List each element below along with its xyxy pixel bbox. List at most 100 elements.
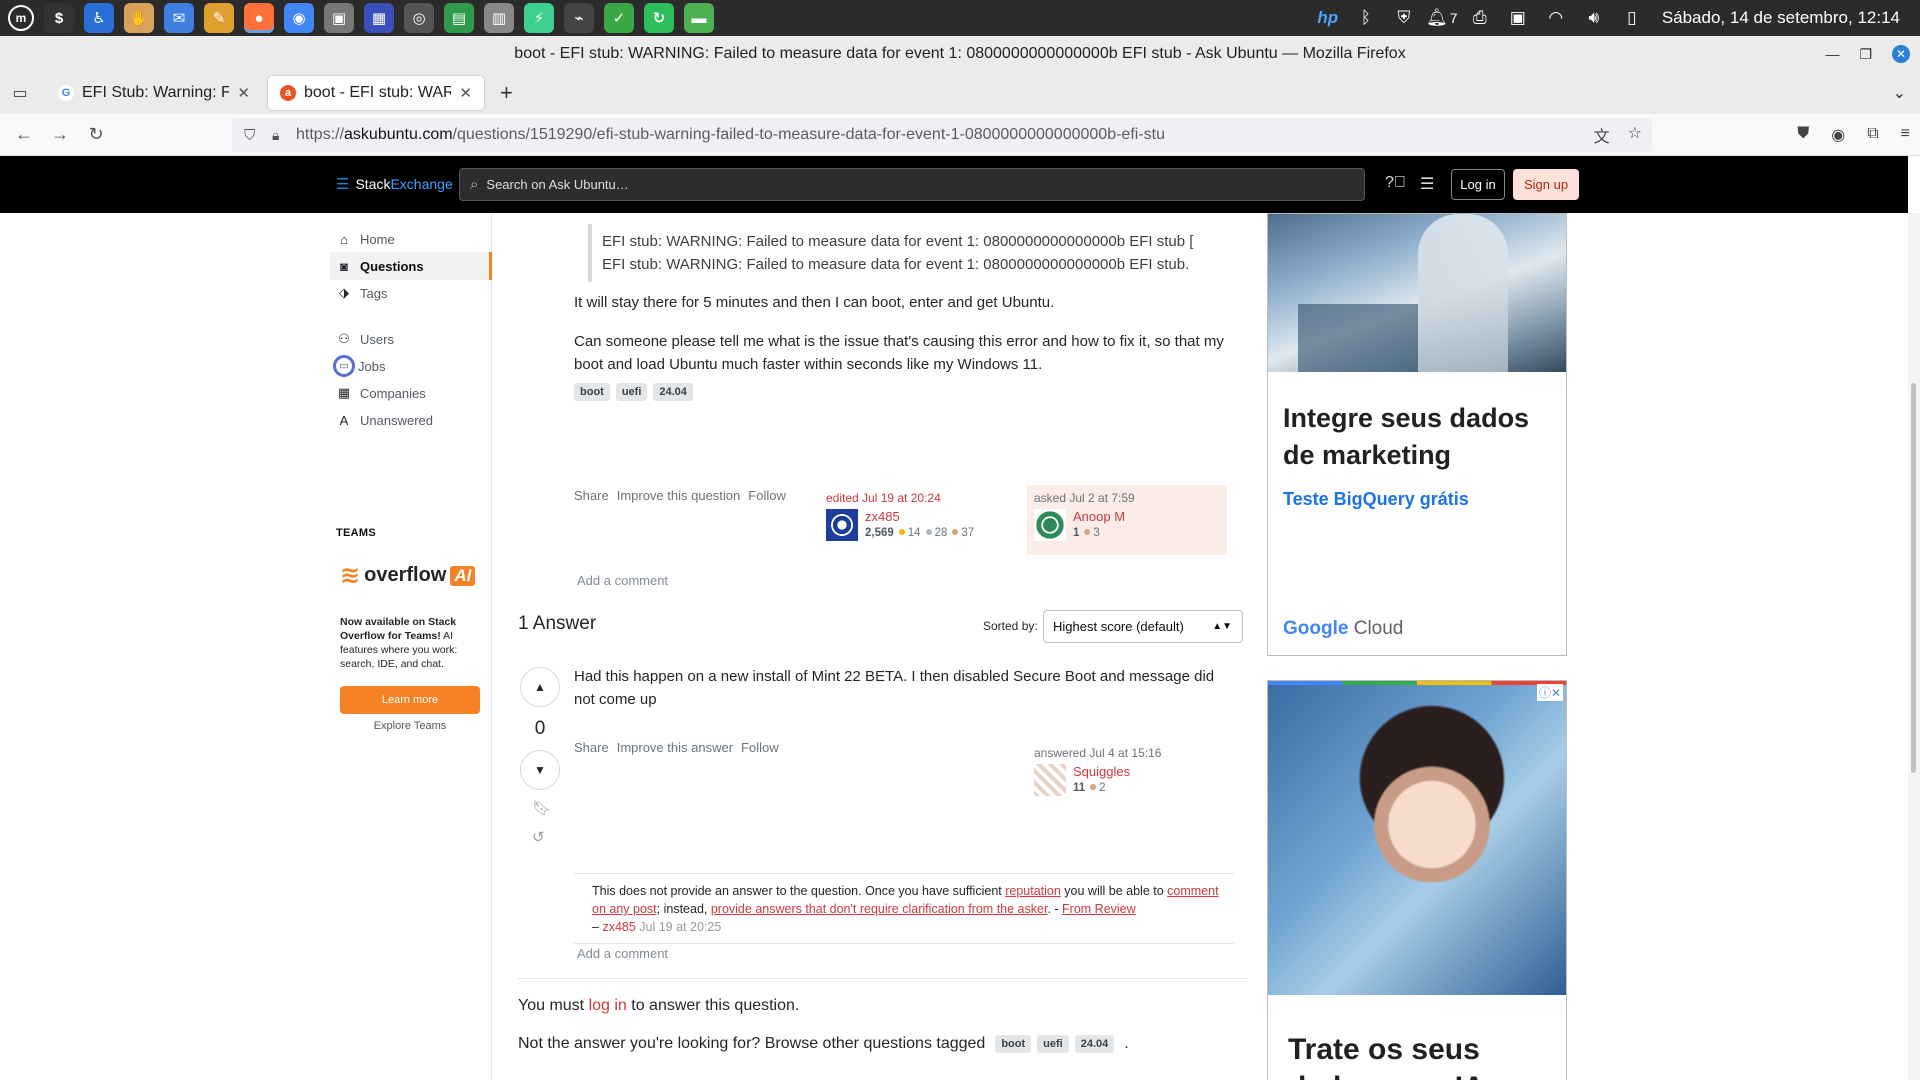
extensions-icon[interactable]: ⧉ bbox=[1867, 125, 1878, 145]
close-window-icon[interactable]: ✕ bbox=[1892, 45, 1910, 63]
sidebar-item-tags[interactable]: ⬗ Tags bbox=[330, 279, 492, 307]
notes-icon[interactable]: ✎ bbox=[204, 3, 234, 33]
site-search-input[interactable]: ⌕ Search on Ask Ubuntu… bbox=[459, 168, 1365, 201]
sidebar-item-questions[interactable]: ◙ Questions bbox=[330, 252, 492, 280]
question-follow-link[interactable]: Follow bbox=[748, 488, 786, 503]
add-comment-answer[interactable]: Add a comment bbox=[577, 946, 668, 961]
wifi-icon[interactable]: ◠ bbox=[1544, 6, 1568, 30]
hp-icon[interactable]: hp bbox=[1316, 6, 1340, 30]
tag-boot[interactable]: boot bbox=[574, 383, 610, 401]
reload-icon[interactable]: ↻ bbox=[78, 124, 114, 145]
spreadsheet-icon[interactable]: ▤ bbox=[444, 3, 474, 33]
sidebar-item-jobs[interactable]: ▭ Jobs bbox=[330, 352, 492, 380]
history-icon[interactable]: ↺ bbox=[532, 828, 545, 846]
lock-icon[interactable]: 🔒︎ bbox=[272, 127, 288, 144]
new-tab-icon[interactable]: + bbox=[500, 80, 513, 106]
shield-icon[interactable]: ⛨ bbox=[1392, 6, 1416, 30]
asker-name[interactable]: Anoop M bbox=[1073, 509, 1125, 524]
tracking-shield-icon[interactable]: ⛉ bbox=[244, 127, 262, 144]
translate-icon[interactable]: 文 bbox=[1594, 123, 1610, 147]
editor-avatar[interactable] bbox=[826, 509, 858, 541]
notifications-icon[interactable]: 🔔︎ 7 bbox=[1426, 6, 1457, 30]
pocket-icon[interactable]: ⛊ bbox=[1797, 125, 1809, 145]
comment-user[interactable]: zx485 bbox=[602, 920, 635, 934]
ad-banner-ai[interactable]: ⓘ✕ Trate os seus dados com IA bbox=[1267, 680, 1567, 1080]
page-scrollbar[interactable] bbox=[1908, 213, 1920, 1080]
sidebar-item-companies[interactable]: ▦ Companies bbox=[330, 379, 492, 407]
signup-button[interactable]: Sign up bbox=[1513, 169, 1579, 200]
site-switcher-icon[interactable]: ☰ bbox=[1420, 174, 1434, 194]
maximize-icon[interactable]: ❐ bbox=[1859, 46, 1872, 63]
files-icon[interactable]: ▬ bbox=[684, 3, 714, 33]
firefox-view-icon[interactable]: ▭ bbox=[0, 83, 40, 103]
answerer-name[interactable]: Squiggles bbox=[1073, 764, 1130, 779]
sidebar-item-home[interactable]: ⌂ Home bbox=[330, 225, 492, 253]
hand-icon[interactable]: ✋ bbox=[124, 3, 154, 33]
monitor-icon[interactable]: ▦ bbox=[364, 3, 394, 33]
close-tab-icon[interactable]: ✕ bbox=[459, 84, 472, 102]
add-comment-question[interactable]: Add a comment bbox=[577, 573, 668, 588]
bolt-icon[interactable]: ⚡ bbox=[524, 3, 554, 33]
upvote-button[interactable]: ▲ bbox=[520, 667, 560, 707]
updates-icon[interactable]: ▣ bbox=[1506, 6, 1530, 30]
learn-more-button[interactable]: Learn more bbox=[340, 686, 480, 714]
bookmark-icon[interactable]: 🔖︎ bbox=[532, 799, 551, 817]
mint-menu-icon[interactable]: m bbox=[8, 5, 34, 31]
edited-time[interactable]: edited Jul 19 at 20:24 bbox=[826, 491, 1012, 505]
clipboard-icon[interactable]: ▯ bbox=[1620, 6, 1644, 30]
answerer-avatar[interactable] bbox=[1034, 764, 1066, 796]
login-link[interactable]: log in bbox=[589, 997, 627, 1014]
cube-icon[interactable]: ▣ bbox=[324, 3, 354, 33]
tag-boot[interactable]: boot bbox=[995, 1035, 1032, 1053]
tag-24-04[interactable]: 24.04 bbox=[1074, 1035, 1115, 1053]
question-improve-this-question-link[interactable]: Improve this question bbox=[617, 488, 741, 503]
refresh-icon[interactable]: ↻ bbox=[644, 3, 674, 33]
bluetooth-icon[interactable]: ᛒ bbox=[1354, 6, 1378, 30]
back-icon[interactable]: ← bbox=[6, 124, 42, 145]
printer-icon[interactable]: ⎙ bbox=[1468, 6, 1492, 30]
terminal-icon[interactable]: $ bbox=[44, 3, 74, 33]
bookmark-star-icon[interactable]: ☆ bbox=[1628, 123, 1642, 147]
minimize-icon[interactable]: — bbox=[1825, 46, 1839, 62]
package-icon[interactable]: ▥ bbox=[484, 3, 514, 33]
stackexchange-logo[interactable]: ☰ StackExchange bbox=[336, 175, 453, 193]
ad-banner-bigquery[interactable]: Integre seus dados de marketing Teste Bi… bbox=[1267, 213, 1567, 656]
menu-icon[interactable]: ≡ bbox=[1901, 125, 1910, 145]
downvote-button[interactable]: ▼ bbox=[520, 750, 560, 790]
tag-uefi[interactable]: uefi bbox=[1037, 1035, 1069, 1053]
comment-date[interactable]: Jul 19 at 20:25 bbox=[639, 920, 721, 934]
answer-improve-this-answer-link[interactable]: Improve this answer bbox=[617, 740, 733, 755]
ad1-subline[interactable]: Teste BigQuery grátis bbox=[1283, 489, 1469, 510]
volume-icon[interactable]: 🔊︎ bbox=[1582, 6, 1606, 30]
answer-share-link[interactable]: Share bbox=[574, 740, 609, 755]
url-text[interactable]: https://askubuntu.com/questions/1519290/… bbox=[296, 126, 1165, 144]
usb-icon[interactable]: ⌁ bbox=[564, 3, 594, 33]
sidebar-item-unanswered[interactable]: A Unanswered bbox=[330, 406, 492, 434]
provide-answers-link[interactable]: provide answers that don't require clari… bbox=[711, 902, 1048, 916]
reputation-link[interactable]: reputation bbox=[1005, 884, 1061, 898]
accessibility-icon[interactable]: ♿ bbox=[84, 3, 114, 33]
explore-teams-link[interactable]: Explore Teams bbox=[340, 720, 480, 732]
tag-uefi[interactable]: uefi bbox=[615, 383, 648, 401]
answer-follow-link[interactable]: Follow bbox=[741, 740, 779, 755]
clock[interactable]: Sábado, 14 de setembro, 12:14 bbox=[1662, 8, 1900, 28]
editor-name[interactable]: zx485 bbox=[865, 509, 974, 524]
browser-tab-2[interactable]: a boot - EFI stub: WARNII ✕ bbox=[268, 76, 484, 110]
list-all-tabs-icon[interactable]: ⌄ bbox=[1893, 83, 1906, 103]
chrome-icon[interactable]: ◉ bbox=[284, 3, 314, 33]
keyring-icon[interactable]: ✓ bbox=[604, 3, 634, 33]
close-tab-icon[interactable]: ✕ bbox=[237, 84, 250, 102]
eye-icon[interactable]: ◎ bbox=[404, 3, 434, 33]
mail-icon[interactable]: ✉ bbox=[164, 3, 194, 33]
firefox-icon[interactable]: ● bbox=[244, 3, 274, 33]
forward-icon[interactable]: → bbox=[42, 124, 78, 145]
question-share-link[interactable]: Share bbox=[574, 488, 609, 503]
scrollbar-thumb[interactable] bbox=[1911, 383, 1916, 773]
help-icon[interactable]: ?⃝ bbox=[1385, 174, 1406, 192]
browser-tab-1[interactable]: G EFI Stub: Warning: Faile ✕ bbox=[46, 76, 262, 110]
sort-select[interactable]: Highest score (default) ▲▼ bbox=[1043, 610, 1243, 643]
from-review-link[interactable]: From Review bbox=[1062, 902, 1136, 916]
account-icon[interactable]: ◉ bbox=[1831, 125, 1845, 145]
sidebar-item-users[interactable]: ⚇ Users bbox=[330, 325, 492, 353]
login-button[interactable]: Log in bbox=[1451, 169, 1505, 200]
